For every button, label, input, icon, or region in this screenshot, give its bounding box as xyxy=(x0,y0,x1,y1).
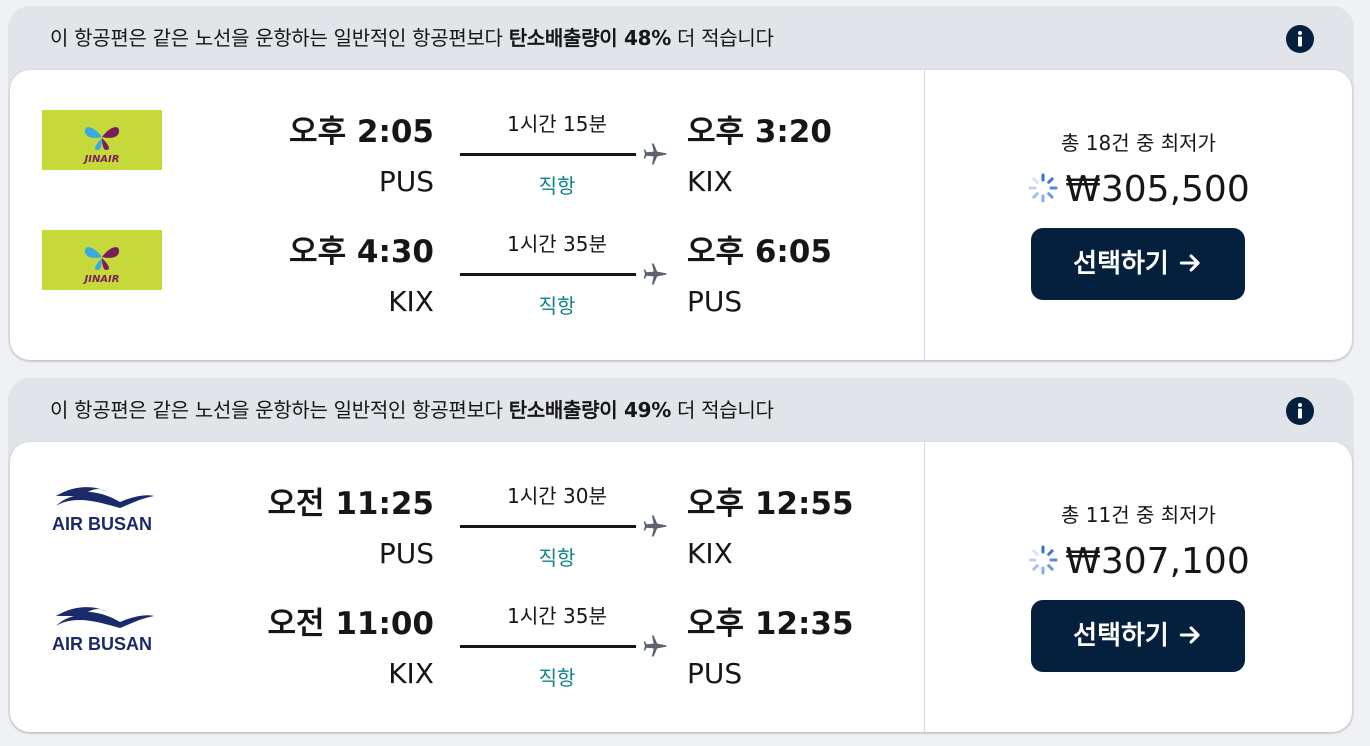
arrival-time: 오후 12:35 xyxy=(687,606,854,642)
arrow-right-icon xyxy=(1179,625,1200,644)
price-row: ₩307,100 xyxy=(925,538,1352,586)
deals-count: 총 11건 중 최저가 xyxy=(1061,503,1216,527)
arrival-time: 오후 12:55 xyxy=(687,486,854,522)
arrival-airport: PUS xyxy=(687,285,743,318)
svg-text:AIR BUSAN: AIR BUSAN xyxy=(52,514,152,534)
price: ₩307,100 xyxy=(1065,541,1250,582)
eco-message: 이 항공편은 같은 노선을 운항하는 일반적인 항공편보다 탄소배출량이 48%… xyxy=(50,26,774,50)
eco-banner: 이 항공편은 같은 노선을 운항하는 일반적인 항공편보다 탄소배출량이 49%… xyxy=(8,378,1354,442)
price-area: 총 18건 중 최저가 ₩305,500 선택하기 xyxy=(925,70,1352,360)
legs: AIR BUSAN 오전 11:25 PUS 1시간 30분 직항 오후 12:… xyxy=(10,442,924,732)
outbound-leg: AIR BUSAN 오전 11:25 PUS 1시간 30분 직항 오후 12:… xyxy=(10,464,924,584)
loading-spinner-icon xyxy=(1028,173,1058,203)
price-area: 총 11건 중 최저가 ₩307,100 선택하기 xyxy=(925,442,1352,732)
departure-time: 오전 11:25 xyxy=(267,486,434,522)
select-button[interactable]: 선택하기 xyxy=(1031,600,1245,672)
itinerary-panel[interactable]: JINAIR 오후 2:05 PUS 1시간 15분 직항 오후 3:20 KI… xyxy=(10,70,1352,360)
select-button[interactable]: 선택하기 xyxy=(1031,228,1245,300)
jinair-logo: JINAIR xyxy=(42,230,162,290)
loading-spinner-icon xyxy=(1028,545,1058,575)
flight-result-card: 이 항공편은 같은 노선을 운항하는 일반적인 항공편보다 탄소배출량이 48%… xyxy=(8,6,1354,362)
departure-airport: KIX xyxy=(388,657,434,690)
arrival-time: 오후 6:05 xyxy=(687,234,832,270)
departure-time: 오후 4:30 xyxy=(289,234,434,270)
legs: JINAIR 오후 2:05 PUS 1시간 15분 직항 오후 3:20 KI… xyxy=(10,70,924,360)
stops-label: 직항 xyxy=(538,294,576,318)
departure-airport: PUS xyxy=(378,537,434,570)
info-icon[interactable] xyxy=(1286,397,1314,425)
eco-banner: 이 항공편은 같은 노선을 운항하는 일반적인 항공편보다 탄소배출량이 48%… xyxy=(8,6,1354,70)
flight-result-card: 이 항공편은 같은 노선을 운항하는 일반적인 항공편보다 탄소배출량이 49%… xyxy=(8,378,1354,734)
airbusan-logo: AIR BUSAN xyxy=(52,487,154,534)
departure-airport: PUS xyxy=(378,165,434,198)
eco-highlight: 탄소배출량이 48% xyxy=(508,26,672,50)
svg-text:JINAIR: JINAIR xyxy=(83,274,120,285)
arrival-airport: KIX xyxy=(687,537,733,570)
plane-icon xyxy=(643,515,667,537)
flight-duration: 1시간 15분 xyxy=(507,112,607,136)
route-line xyxy=(460,645,636,648)
departure-time: 오후 2:05 xyxy=(289,114,434,150)
route-line xyxy=(460,273,636,276)
svg-text:AIR BUSAN: AIR BUSAN xyxy=(52,634,152,654)
jinair-logo: JINAIR xyxy=(42,110,162,170)
departure-airport: KIX xyxy=(388,285,434,318)
price: ₩305,500 xyxy=(1065,169,1250,210)
arrival-time: 오후 3:20 xyxy=(687,114,832,150)
arrival-airport: KIX xyxy=(687,165,733,198)
arrow-right-icon xyxy=(1179,253,1200,272)
departure-time: 오전 11:00 xyxy=(267,606,434,642)
stops-label: 직항 xyxy=(538,546,576,570)
plane-icon xyxy=(643,263,667,285)
return-leg: JINAIR 오후 4:30 KIX 1시간 35분 직항 오후 6:05 PU… xyxy=(10,212,924,332)
plane-icon xyxy=(643,635,667,657)
return-leg: AIR BUSAN 오전 11:00 KIX 1시간 35분 직항 오후 12:… xyxy=(10,584,924,704)
route-line xyxy=(460,525,636,528)
outbound-leg: JINAIR 오후 2:05 PUS 1시간 15분 직항 오후 3:20 KI… xyxy=(10,92,924,212)
deals-count: 총 18건 중 최저가 xyxy=(1061,131,1216,155)
svg-text:JINAIR: JINAIR xyxy=(83,154,120,165)
stops-label: 직항 xyxy=(538,174,576,198)
route-line xyxy=(460,153,636,156)
itinerary-panel[interactable]: AIR BUSAN 오전 11:25 PUS 1시간 30분 직항 오후 12:… xyxy=(10,442,1352,732)
eco-highlight: 탄소배출량이 49% xyxy=(508,398,672,422)
price-row: ₩305,500 xyxy=(925,166,1352,214)
stops-label: 직항 xyxy=(538,666,576,690)
flight-duration: 1시간 35분 xyxy=(507,604,607,628)
plane-icon xyxy=(643,143,667,165)
eco-message: 이 항공편은 같은 노선을 운항하는 일반적인 항공편보다 탄소배출량이 49%… xyxy=(50,398,774,422)
arrival-airport: PUS xyxy=(687,657,743,690)
airbusan-logo: AIR BUSAN xyxy=(52,607,154,654)
info-icon[interactable] xyxy=(1286,25,1314,53)
flight-duration: 1시간 35분 xyxy=(507,232,607,256)
flight-duration: 1시간 30분 xyxy=(507,484,607,508)
